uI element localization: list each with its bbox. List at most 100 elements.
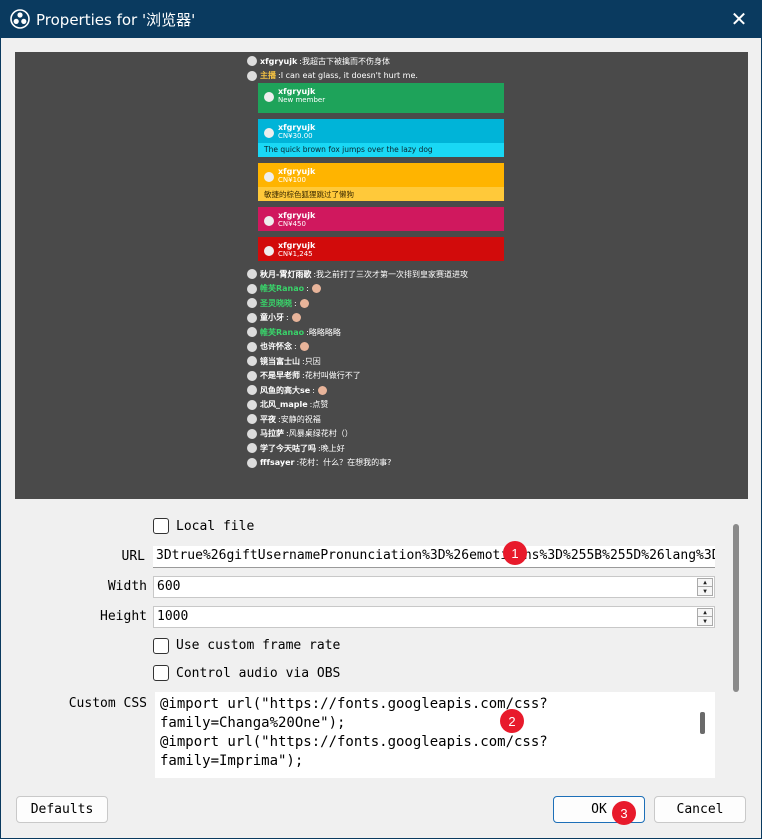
card-username: xfgryujk [278, 211, 316, 220]
properties-window: Properties for '浏览器' ✕ xfgryujk: 我超古下被擒而… [0, 0, 762, 839]
annotation-marker-3: 3 [612, 801, 636, 825]
chevron-up-icon[interactable]: ▲ [698, 609, 712, 617]
chat-message: 秋月-霄灯雨歌: 我之前打了三次才第一次排到皇家赛道进攻 [247, 267, 517, 282]
chat-separator: : [294, 342, 297, 352]
browser-preview: xfgryujk: 我超古下被擒而不伤身体主播: I can eat glass… [15, 52, 748, 499]
avatar [247, 443, 257, 454]
height-stepper[interactable]: ▲ ▼ [697, 608, 713, 626]
card-message: 敏捷的棕色狐狸跳过了懒狗 [258, 187, 504, 201]
emoticon-icon [317, 385, 327, 395]
card-header: xfgryujk CN¥100 [258, 163, 504, 187]
chat-message: xfgryujk: 我超古下被擒而不伤身体 [247, 54, 517, 69]
card-header: xfgryujk CN¥30.00 [258, 119, 504, 143]
chat-text: I can eat glass, it doesn't hurt me. [280, 71, 418, 81]
custom-css-textarea[interactable]: @import url("https://fonts.googleapis.co… [155, 692, 715, 778]
card-amount: CN¥30.00 [278, 132, 313, 140]
emoticon-icon [311, 284, 321, 294]
custom-frame-rate-label: Use custom frame rate [176, 638, 341, 653]
width-label: Width [107, 579, 147, 594]
chat-message: 不是早老师: 花村叫做行不了 [247, 369, 517, 384]
chat-separator: : [286, 313, 289, 323]
url-label: URL [121, 549, 145, 564]
chat-message: 帷芙Ranao: 略略略略 [247, 325, 517, 340]
annotation-marker-2: 2 [500, 709, 524, 733]
chat-text: 晚上好 [320, 443, 345, 453]
card-amount: CN¥450 [278, 220, 306, 228]
chat-separator: : [294, 298, 297, 308]
chat-separator: : [312, 385, 315, 395]
custom-frame-rate-checkbox[interactable] [153, 638, 169, 654]
chat-text: 花村：什么？在想我的事? [299, 458, 392, 468]
superchat-card: xfgryujk CN¥30.00 The quick brown fox jump… [258, 119, 504, 157]
url-input[interactable]: 3Dtrue%26giftUsernamePronunciation%3D%26… [153, 546, 715, 568]
chat-message: 风鱼的高大se: [247, 383, 517, 398]
chat-username: 不是早老师 [260, 371, 300, 381]
control-audio-label: Control audio via OBS [176, 666, 341, 681]
width-spinbox[interactable]: 600 ▲ ▼ [153, 576, 715, 598]
chat-username: 帷芙Ranao [260, 327, 305, 337]
chat-text: 只因 [304, 356, 321, 366]
chat-username: 马拉萨 [260, 429, 284, 439]
chat-username: 圣灵晓晓 [260, 298, 292, 308]
card-amount: CN¥100 [278, 176, 306, 184]
avatar [247, 298, 257, 309]
defaults-button[interactable]: Defaults [16, 796, 108, 823]
card-amount: CN¥1,245 [278, 250, 313, 258]
chat-separator: : [306, 284, 309, 294]
chat-message: 也许怀念: [247, 340, 517, 355]
close-icon[interactable]: ✕ [724, 4, 754, 34]
chat-username: 帷芙Ranao [260, 284, 305, 294]
css-scrollbar-thumb[interactable] [700, 712, 705, 734]
avatar [247, 414, 257, 425]
chat-message: fffsayer: 花村：什么？在想我的事? [247, 456, 517, 471]
chat-message: 帷芙Ranao: [247, 282, 517, 297]
control-audio-checkbox[interactable] [153, 665, 169, 681]
superchat-card: xfgryujk CN¥100 敏捷的棕色狐狸跳过了懒狗 [258, 163, 504, 201]
avatar [247, 56, 257, 67]
chat-message: 镜当富士山: 只因 [247, 354, 517, 369]
avatar [247, 312, 257, 323]
card-header: xfgryujk CN¥450 [258, 207, 504, 231]
height-spinbox[interactable]: 1000 ▲ ▼ [153, 606, 715, 628]
local-file-label: Local file [176, 519, 255, 534]
width-stepper[interactable]: ▲ ▼ [697, 578, 713, 596]
chat-message: 北风_maple: 点赞 [247, 398, 517, 413]
avatar [247, 327, 257, 338]
chat-username: xfgryujk [260, 56, 298, 66]
local-file-checkbox[interactable] [153, 518, 169, 534]
avatar [247, 370, 257, 381]
emoticon-icon [299, 298, 309, 308]
card-amount: New member [278, 96, 326, 104]
avatar [247, 283, 257, 294]
avatar [247, 356, 257, 367]
chevron-down-icon[interactable]: ▼ [698, 617, 712, 625]
avatar [264, 216, 274, 226]
avatar [247, 70, 257, 81]
chat-username: 童小牙 [260, 313, 284, 323]
chat-username: 平夜 [260, 414, 276, 424]
avatar [264, 246, 274, 256]
chat-text: 略略略略 [308, 327, 341, 337]
avatar [264, 92, 274, 102]
chat-username: 学了今天咕了吗 [260, 443, 316, 453]
chat-text: 我之前打了三次才第一次排到皇家赛道进攻 [316, 269, 469, 279]
avatar [247, 399, 257, 410]
card-header: xfgryujk New member [258, 83, 504, 113]
chat-message: 平夜: 安静的祝福 [247, 412, 517, 427]
card-username: xfgryujk [278, 123, 316, 132]
form-scrollbar-thumb[interactable] [733, 524, 739, 692]
chat-message: 圣灵晓晓: [247, 296, 517, 311]
chevron-down-icon[interactable]: ▼ [698, 587, 712, 595]
chat-overlay: xfgryujk: 我超古下被擒而不伤身体主播: I can eat glass… [247, 54, 517, 470]
height-value: 1000 [157, 609, 189, 624]
window-title: Properties for '浏览器' [36, 11, 196, 29]
chat-username: 也许怀念 [260, 342, 292, 352]
chat-username: 主播 [260, 71, 276, 81]
cancel-button[interactable]: Cancel [654, 796, 746, 823]
emoticon-icon [291, 313, 301, 323]
chat-text: 花村叫做行不了 [304, 371, 361, 381]
chat-text: 安静的祝福 [280, 414, 321, 424]
chevron-up-icon[interactable]: ▲ [698, 579, 712, 587]
chat-message: 马拉萨: 风暴桌绿花村（） [247, 427, 517, 442]
chat-text: 风暴桌绿花村（） [288, 429, 353, 439]
